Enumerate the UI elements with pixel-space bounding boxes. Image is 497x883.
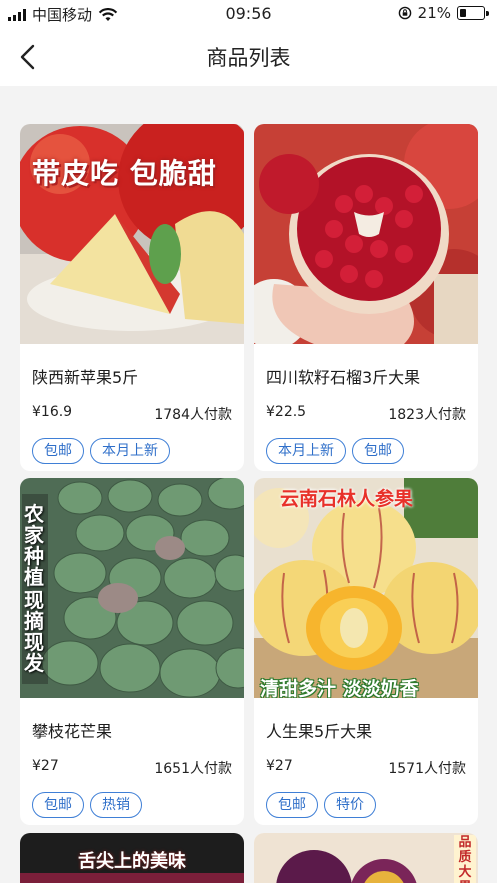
battery-icon <box>457 6 489 20</box>
product-price: ¥22.5 <box>266 404 307 420</box>
product-card-pomegranate[interactable]: 四川软籽石榴3斤大果 ¥22.5 1823人付款 本月上新 包邮 <box>254 124 478 471</box>
image-text-mango-2: 现摘现发 <box>24 588 44 675</box>
image-badge-6: 品质大果 <box>454 835 476 883</box>
tag-new-this-month[interactable]: 本月上新 <box>90 438 170 464</box>
tag-special-price[interactable]: 特价 <box>324 792 376 818</box>
tag-free-shipping[interactable]: 包邮 <box>32 792 84 818</box>
product-name: 四川软籽石榴3斤大果 <box>266 368 421 387</box>
tag-free-shipping[interactable]: 包邮 <box>352 438 404 464</box>
product-image-pomegranate <box>254 124 478 344</box>
battery-percent: 21% <box>417 4 451 22</box>
product-card-5[interactable]: 舌尖上的美味 <box>20 833 244 883</box>
product-image-pepino: 云南石林人参果 清甜多汁 淡淡奶香 <box>254 478 478 698</box>
product-price: ¥16.9 <box>32 404 73 420</box>
product-sales: 1651人付款 <box>154 761 232 777</box>
product-card-pepino[interactable]: 云南石林人参果 清甜多汁 淡淡奶香 人生果5斤大果 ¥27 1571人付款 包邮… <box>254 478 478 825</box>
image-text-pepino-2: 清甜多汁 淡淡奶香 <box>260 678 419 698</box>
page-title: 商品列表 <box>206 46 291 70</box>
product-image-6: 品质大果 <box>254 833 478 883</box>
product-name: 人生果5斤大果 <box>266 722 373 741</box>
tag-free-shipping[interactable]: 包邮 <box>266 792 318 818</box>
product-card-apple[interactable]: 带皮吃 包脆甜 陕西新苹果5斤 ¥16.9 1784人付款 包邮 本月上新 <box>20 124 244 471</box>
navigation-bar: 商品列表 <box>0 28 497 86</box>
image-text-pepino-1: 云南石林人参果 <box>280 488 414 510</box>
product-sales: 1571人付款 <box>388 761 466 777</box>
product-name: 攀枝花芒果 <box>32 722 113 741</box>
status-bar: 中国移动 09:56 21% <box>0 0 497 28</box>
tag-hot-sale[interactable]: 热销 <box>90 792 142 818</box>
product-image-5: 舌尖上的美味 <box>20 833 244 883</box>
product-price: ¥27 <box>32 758 59 774</box>
tag-new-this-month[interactable]: 本月上新 <box>266 438 346 464</box>
rotation-lock-icon <box>398 6 411 20</box>
product-card-mango[interactable]: 农家种植 现摘现发 攀枝花芒果 ¥27 1651人付款 包邮 热销 <box>20 478 244 825</box>
image-text-5: 舌尖上的美味 <box>78 851 186 872</box>
image-text-mango-1: 农家种植 <box>24 502 44 589</box>
product-name: 陕西新苹果5斤 <box>32 368 139 387</box>
product-sales: 1823人付款 <box>388 407 466 423</box>
product-sales: 1784人付款 <box>154 407 232 423</box>
product-image-apple: 带皮吃 包脆甜 <box>20 124 244 344</box>
product-image-mango: 农家种植 现摘现发 <box>20 478 244 698</box>
tag-free-shipping[interactable]: 包邮 <box>32 438 84 464</box>
product-price: ¥27 <box>266 758 293 774</box>
image-text-apple: 带皮吃 包脆甜 <box>32 157 217 190</box>
product-card-6[interactable]: 品质大果 <box>254 833 478 883</box>
